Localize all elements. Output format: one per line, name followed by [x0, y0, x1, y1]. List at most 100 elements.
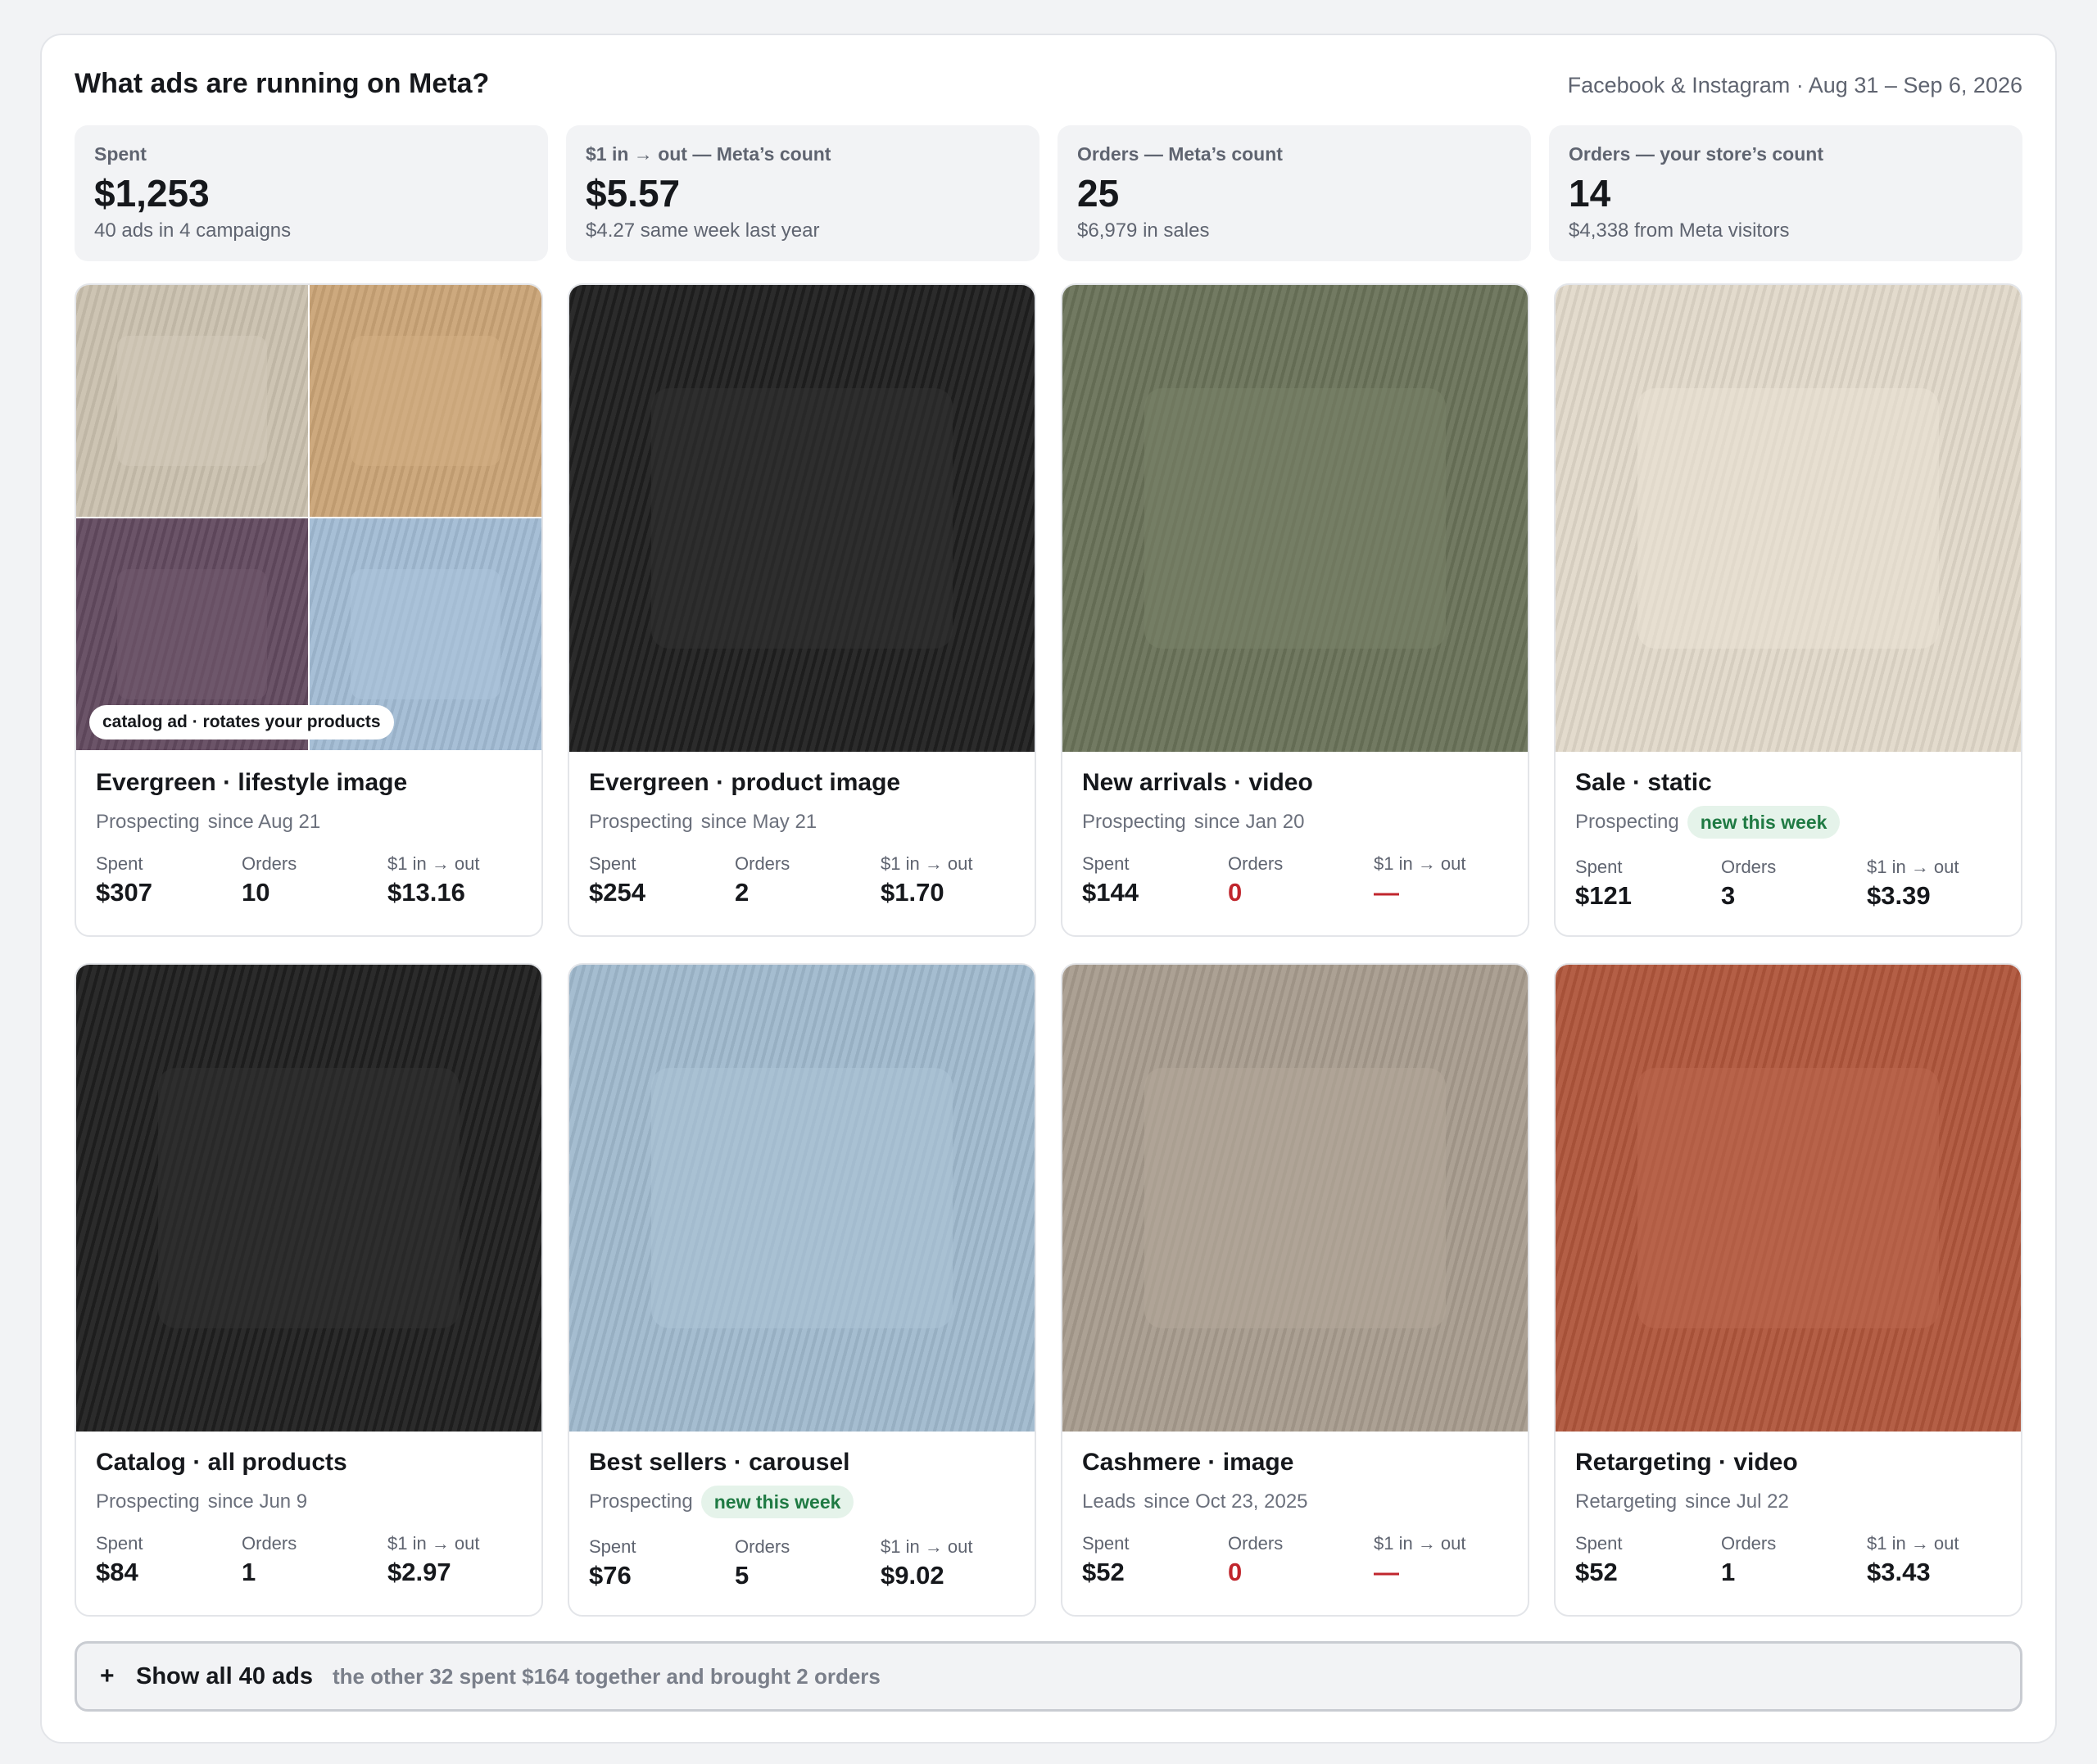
ad-thumbnail	[569, 965, 1035, 1432]
ad-thumbnail	[1062, 965, 1528, 1432]
ad-since: since May 21	[700, 811, 818, 833]
metric-roas: $1 in → out $9.02	[881, 1536, 973, 1590]
metric-label: Orders	[1228, 853, 1284, 874]
metric-label: Spent	[589, 1536, 636, 1557]
metric-value: 0	[1228, 1558, 1243, 1586]
metric-value: 0	[1228, 878, 1243, 907]
metric-orders: Orders 5	[735, 1536, 790, 1590]
metric-label: Spent	[96, 853, 143, 874]
metric-value: 10	[242, 878, 270, 907]
ad-card[interactable]: Evergreen · product image Prospecting sinc…	[568, 283, 1036, 937]
metric-roas: $1 in → out $1.70	[881, 853, 973, 907]
stat-spent: Spent $1,253 40 ads in 4 campaigns	[75, 125, 548, 261]
metric-label: Orders	[735, 853, 790, 874]
metric-value: 3	[1721, 881, 1736, 910]
ad-meta: Leads since Oct 23, 2025	[1082, 1486, 1511, 1518]
stat-value: $1,253	[94, 172, 210, 215]
metric-label: Spent	[1575, 857, 1623, 877]
metric-roas: $1 in → out $13.16	[387, 853, 480, 907]
ad-card[interactable]: Catalog · all products Prospecting since J…	[75, 963, 543, 1617]
metric-label: $1 in → out	[1374, 1533, 1466, 1554]
metric-label: $1 in → out	[1867, 857, 1959, 877]
ad-audience: Prospecting	[1082, 811, 1186, 833]
stat-meta-roas: $1 in → out — Meta’s count $5.57 $4.27 s…	[566, 125, 1039, 261]
page-title: What ads are running on Meta?	[75, 68, 490, 99]
ad-card[interactable]: catalog ad · rotates your products Evergr…	[75, 283, 543, 937]
new-badge: new this week	[700, 1486, 854, 1518]
metric-value: $144	[1082, 878, 1139, 907]
metric-value: 2	[735, 878, 750, 907]
ad-since: since Jun 9	[207, 1490, 308, 1513]
ad-audience: Leads	[1082, 1490, 1136, 1513]
metric-value: $254	[589, 878, 645, 907]
metric-spent: Spent $76	[589, 1536, 636, 1590]
ad-card[interactable]: New arrivals · video Prospecting since Jan…	[1061, 283, 1529, 937]
metric-label: Spent	[589, 853, 636, 874]
ad-since: since Jul 22	[1685, 1490, 1789, 1513]
ad-thumbnail	[1556, 965, 2021, 1432]
metric-value: $3.43	[1867, 1558, 1931, 1586]
ad-audience: Retargeting	[1575, 1490, 1678, 1513]
metric-value: 1	[1721, 1558, 1736, 1586]
stat-label: $1 in → out — Meta’s count	[586, 143, 831, 165]
metric-label: $1 in → out	[1867, 1533, 1959, 1554]
ad-card[interactable]: Cashmere · image Leads since Oct 23, 2025 S…	[1061, 963, 1529, 1617]
metric-label: Orders	[1721, 857, 1777, 877]
metric-label: Spent	[1082, 853, 1130, 874]
ad-meta: Prospecting new this week	[1575, 806, 2004, 839]
stat-meta-orders: Orders — Meta’s count 25 $6,979 in sales	[1058, 125, 1531, 261]
metric-value: $1.70	[881, 878, 944, 907]
metric-roas: $1 in → out $3.39	[1867, 857, 1959, 911]
stat-note: $4.27 same week last year	[586, 219, 820, 242]
ad-card[interactable]: Retargeting · video Retargeting since Jul …	[1554, 963, 2022, 1617]
metric-value: 5	[735, 1561, 750, 1590]
metric-value: $9.02	[881, 1561, 944, 1590]
metric-label: Spent	[1575, 1533, 1623, 1554]
metric-label: $1 in → out	[387, 1533, 480, 1554]
summary-stats: Spent $1,253 40 ads in 4 campaigns $1 in…	[75, 125, 2022, 261]
metric-label: $1 in → out	[881, 1536, 973, 1557]
metric-spent: Spent $84	[96, 1533, 143, 1587]
metric-orders: Orders 0	[1228, 853, 1283, 907]
stat-note: $4,338 from Meta visitors	[1569, 219, 1790, 242]
stat-label: Orders — Meta’s count	[1077, 143, 1283, 165]
catalog-product-tile	[310, 285, 541, 517]
metric-label: Orders	[735, 1536, 790, 1557]
metric-orders: Orders 10	[242, 853, 297, 907]
ad-title: Evergreen · product image	[589, 769, 901, 796]
metric-label: $1 in → out	[1374, 853, 1466, 874]
metric-value: —	[1374, 1558, 1399, 1586]
metric-spent: Spent $144	[1082, 853, 1139, 907]
ad-meta: Prospecting since Jan 20	[1082, 806, 1511, 839]
metric-value: —	[1374, 878, 1399, 907]
ad-meta: Prospecting new this week	[589, 1486, 1018, 1518]
ad-title: Retargeting · video	[1575, 1449, 1798, 1476]
stat-store-orders: Orders — your store’s count 14 $4,338 fr…	[1549, 125, 2022, 261]
panel-header: What ads are running on Meta? Facebook &…	[75, 68, 2022, 117]
metric-value: $52	[1082, 1558, 1125, 1586]
ad-thumbnail	[1556, 285, 2021, 752]
metric-spent: Spent $307	[96, 853, 152, 907]
metric-roas: $1 in → out —	[1374, 1533, 1466, 1587]
metric-spent: Spent $52	[1575, 1533, 1623, 1587]
ad-thumbnail	[569, 285, 1035, 752]
ad-card[interactable]: Sale · static Prospecting new this week Spe…	[1554, 283, 2022, 937]
metric-value: $2.97	[387, 1558, 451, 1586]
ad-meta: Prospecting since Aug 21	[96, 806, 525, 839]
metric-label: Orders	[242, 1533, 297, 1554]
metric-orders: Orders 0	[1228, 1533, 1283, 1587]
metric-roas: $1 in → out —	[1374, 853, 1466, 907]
ad-card[interactable]: Best sellers · carousel Prospecting new th…	[568, 963, 1036, 1617]
metric-orders: Orders 3	[1721, 857, 1776, 911]
metric-value: $121	[1575, 881, 1632, 910]
metric-label: $1 in → out	[881, 853, 973, 874]
show-all-ads-button[interactable]: + Show all 40 ads the other 32 spent $16…	[75, 1641, 2022, 1712]
metric-orders: Orders 1	[242, 1533, 297, 1587]
metric-value: $84	[96, 1558, 138, 1586]
ad-title: Sale · static	[1575, 769, 1712, 796]
metric-spent: Spent $121	[1575, 857, 1632, 911]
metric-roas: $1 in → out $2.97	[387, 1533, 480, 1587]
ad-meta: Prospecting since May 21	[589, 806, 1018, 839]
metric-label: Orders	[242, 853, 297, 874]
ad-title: New arrivals · video	[1082, 769, 1313, 796]
